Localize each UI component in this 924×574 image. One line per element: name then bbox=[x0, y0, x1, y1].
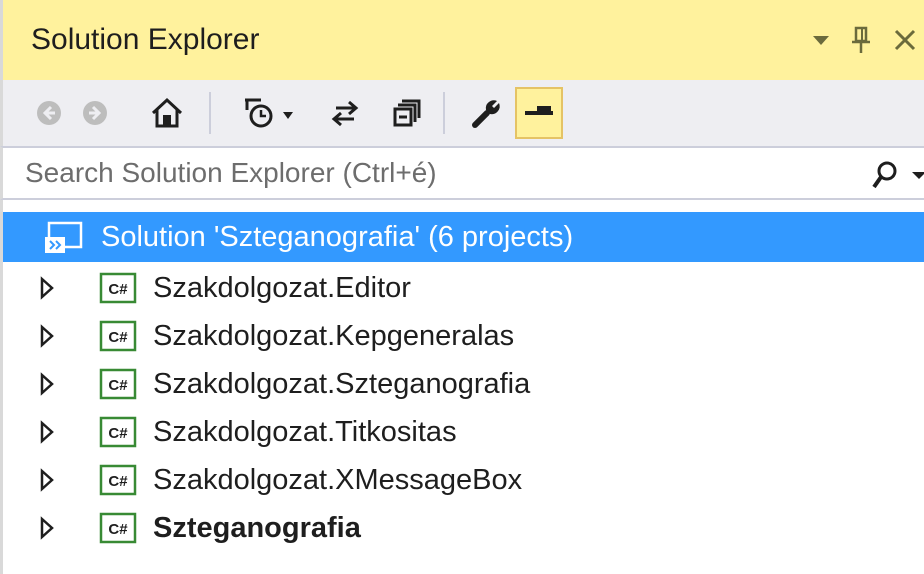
expand-arrow-icon[interactable] bbox=[39, 324, 55, 348]
tree-item-project[interactable]: C# Szakdolgozat.Szteganografia bbox=[3, 360, 924, 408]
tree-item-solution[interactable]: Solution 'Szteganografia' (6 projects) bbox=[3, 212, 924, 262]
properties-button[interactable] bbox=[463, 87, 511, 139]
solution-tree: Solution 'Szteganografia' (6 projects) C… bbox=[0, 200, 924, 574]
expand-arrow-icon[interactable] bbox=[39, 276, 55, 300]
tree-item-label: Szakdolgozat.Editor bbox=[153, 272, 411, 304]
pin-icon bbox=[852, 26, 870, 53]
clock-filter-icon bbox=[245, 98, 293, 128]
tree-item-project[interactable]: C# Szakdolgozat.XMessageBox bbox=[3, 456, 924, 504]
tree-item-label: Solution 'Szteganografia' (6 projects) bbox=[101, 221, 574, 253]
title-bar: Solution Explorer bbox=[0, 0, 924, 80]
search-button[interactable] bbox=[865, 158, 905, 192]
toolbar-separator bbox=[209, 92, 211, 134]
wrench-icon bbox=[472, 100, 500, 128]
expand-arrow-icon[interactable] bbox=[39, 372, 55, 396]
close-icon bbox=[894, 29, 916, 51]
tree-item-label: Szteganografia bbox=[153, 512, 361, 544]
tree-item-project[interactable]: C# Szakdolgozat.Kepgeneralas bbox=[3, 312, 924, 360]
close-button[interactable] bbox=[887, 20, 923, 60]
expand-arrow-icon[interactable] bbox=[39, 468, 55, 492]
tree-item-project[interactable]: C# Szakdolgozat.Editor bbox=[3, 264, 924, 312]
toolbar bbox=[0, 80, 924, 146]
svg-text:C#: C# bbox=[108, 377, 128, 394]
svg-text:C#: C# bbox=[108, 329, 128, 346]
dropdown-arrow-icon bbox=[813, 36, 829, 45]
tree-item-startup-project[interactable]: C# Szteganografia bbox=[3, 504, 924, 552]
csharp-project-icon: C# bbox=[99, 320, 137, 352]
expand-arrow-icon[interactable] bbox=[39, 516, 55, 540]
sync-with-active-document-button[interactable] bbox=[321, 87, 369, 139]
svg-text:C#: C# bbox=[108, 473, 128, 490]
csharp-project-icon: C# bbox=[99, 368, 137, 400]
home-button[interactable] bbox=[143, 87, 191, 139]
forward-button[interactable] bbox=[71, 87, 119, 139]
tree-item-label: Szakdolgozat.Szteganografia bbox=[153, 368, 531, 400]
csharp-project-icon: C# bbox=[99, 464, 137, 496]
sync-arrows-icon bbox=[331, 100, 359, 127]
pending-changes-filter-button[interactable] bbox=[235, 87, 305, 139]
collapse-all-button[interactable] bbox=[383, 87, 431, 139]
forward-arrow-icon bbox=[83, 101, 107, 125]
tree-item-project[interactable]: C# Szakdolgozat.Titkositas bbox=[3, 408, 924, 456]
tree-item-label: Szakdolgozat.XMessageBox bbox=[153, 464, 523, 496]
csharp-project-icon: C# bbox=[99, 512, 137, 544]
search-input[interactable] bbox=[25, 152, 845, 194]
collapse-all-icon bbox=[393, 99, 421, 127]
svg-text:C#: C# bbox=[108, 281, 128, 298]
pin-button[interactable] bbox=[843, 20, 879, 60]
expand-arrow-icon[interactable] bbox=[39, 420, 55, 444]
csharp-project-icon: C# bbox=[99, 416, 137, 448]
svg-text:C#: C# bbox=[108, 425, 128, 442]
window-position-dropdown-button[interactable] bbox=[803, 20, 839, 60]
solution-explorer-window: Solution Explorer Search Solution Explor… bbox=[0, 0, 924, 574]
back-arrow-icon bbox=[37, 101, 61, 125]
tree-item-label: Szakdolgozat.Titkositas bbox=[153, 416, 457, 448]
chevron-down-icon bbox=[912, 172, 924, 179]
preview-selected-items-button[interactable] bbox=[515, 87, 563, 139]
search-bar bbox=[0, 146, 924, 200]
panel-title: Solution Explorer bbox=[31, 23, 260, 56]
search-icon bbox=[872, 161, 897, 189]
preview-bar-icon bbox=[525, 106, 553, 115]
search-options-dropdown[interactable] bbox=[911, 158, 924, 192]
home-icon bbox=[151, 97, 183, 128]
solution-icon bbox=[45, 221, 83, 253]
svg-text:C#: C# bbox=[108, 521, 128, 538]
tree-item-label: Szakdolgozat.Kepgeneralas bbox=[153, 320, 515, 352]
csharp-project-icon: C# bbox=[99, 272, 137, 304]
back-button[interactable] bbox=[25, 87, 73, 139]
toolbar-separator bbox=[443, 92, 445, 134]
